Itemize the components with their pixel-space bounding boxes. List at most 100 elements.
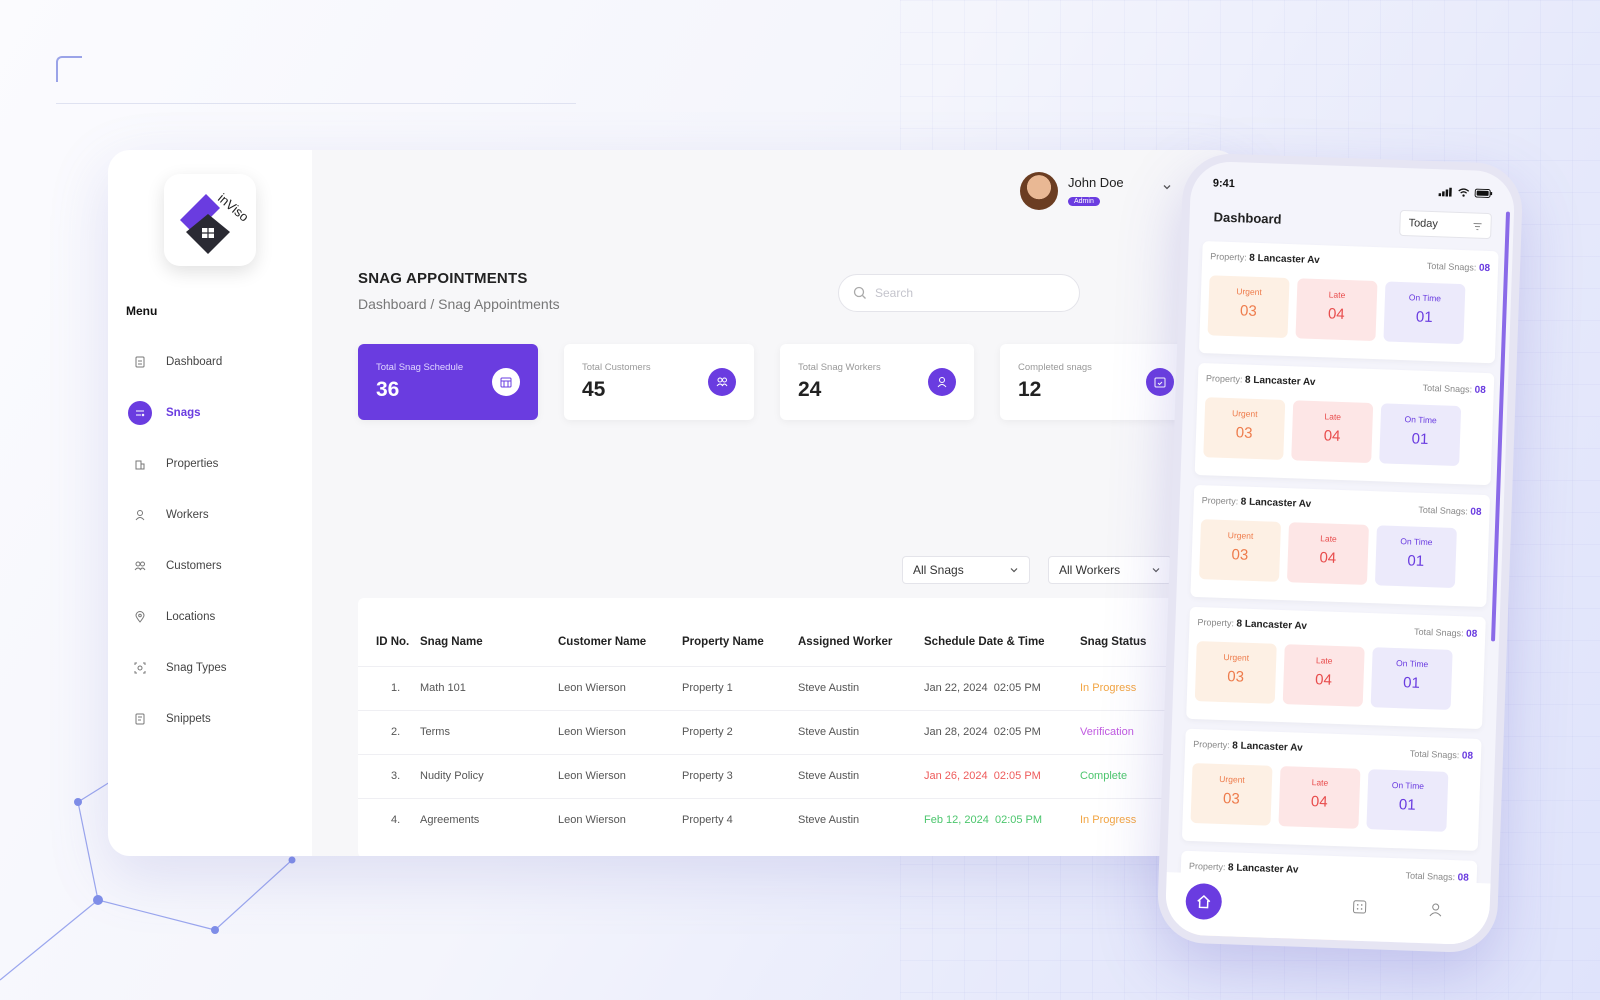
column-header[interactable]: ID No. bbox=[358, 598, 420, 666]
workers-filter-select[interactable]: All Workers bbox=[1048, 556, 1172, 584]
snag-breakdown: Urgent03Late04On Time01 bbox=[1194, 641, 1453, 710]
property-label: Property: 8 Lancaster Av bbox=[1201, 495, 1312, 510]
cell-worker: Steve Austin bbox=[798, 753, 924, 798]
late-box: Late04 bbox=[1278, 766, 1361, 829]
cell-schedule: Jan 28, 2024 02:05 PM bbox=[924, 709, 1080, 754]
property-card[interactable]: Property: 8 Lancaster AvTotal Snags: 08U… bbox=[1194, 362, 1495, 486]
corner-mark bbox=[56, 56, 82, 82]
cell-property: Property 1 bbox=[682, 665, 798, 710]
calendar-grid-icon bbox=[492, 368, 520, 396]
property-card[interactable]: Property: 8 Lancaster AvTotal Snags: 08U… bbox=[1181, 728, 1482, 851]
table-row[interactable]: 1. Math 101 Leon Wierson Property 1 Stev… bbox=[358, 665, 1178, 710]
property-name: 8 Lancaster Av bbox=[1249, 252, 1320, 267]
on-time-box: On Time01 bbox=[1370, 647, 1453, 710]
cell-schedule: Jan 26, 2024 02:05 PM bbox=[924, 753, 1080, 798]
schedule-time: 02:05 PM bbox=[993, 682, 1041, 694]
column-header[interactable]: Customer Name bbox=[558, 598, 682, 666]
snag-breakdown: Urgent03Late04On Time01 bbox=[1190, 762, 1449, 832]
sidebar-item-properties[interactable]: Properties bbox=[128, 438, 308, 489]
calendar-nav-icon[interactable] bbox=[1351, 899, 1368, 916]
worker-icon bbox=[128, 503, 152, 527]
property-card[interactable]: Property: 8 Lancaster AvTotal Snags: 08U… bbox=[1186, 606, 1486, 730]
document-icon bbox=[128, 350, 152, 374]
profile-nav-icon[interactable] bbox=[1427, 901, 1444, 918]
snag-breakdown: Urgent03Late04On Time01 bbox=[1199, 519, 1457, 589]
snags-filter-select[interactable]: All Snags bbox=[902, 556, 1030, 584]
snag-breakdown: Urgent03Late04On Time01 bbox=[1207, 275, 1466, 345]
corner-line bbox=[56, 103, 576, 104]
workers-filter-value: All Workers bbox=[1059, 563, 1121, 577]
snags-filter-value: All Snags bbox=[913, 563, 964, 577]
urgent-box: Urgent03 bbox=[1194, 641, 1277, 704]
search-box[interactable] bbox=[838, 274, 1080, 312]
search-input[interactable] bbox=[875, 286, 1055, 300]
column-header[interactable]: Property Name bbox=[682, 598, 798, 666]
user-menu[interactable]: John Doe Admin bbox=[1020, 172, 1124, 210]
late-box: Late04 bbox=[1291, 400, 1374, 464]
battery-icon bbox=[1474, 188, 1493, 198]
table-row[interactable]: 2. Terms Leon Wierson Property 2 Steve A… bbox=[358, 709, 1178, 754]
phone-title: Dashboard bbox=[1213, 209, 1282, 227]
sidebar-item-customers[interactable]: Customers bbox=[128, 540, 308, 591]
wifi-icon bbox=[1458, 188, 1470, 197]
desktop-window: inViso Menu Dashboard Snags Properties W… bbox=[108, 150, 1238, 856]
chevron-down-icon[interactable] bbox=[1162, 182, 1172, 192]
table-row[interactable]: 3. Nudity Policy Leon Wierson Property 3… bbox=[358, 753, 1178, 798]
sidebar-item-snag-types[interactable]: Snag Types bbox=[128, 642, 308, 693]
stat-card-total-snag-schedule[interactable]: Total Snag Schedule 36 bbox=[358, 344, 538, 420]
total-snags: Total Snags: 08 bbox=[1426, 260, 1491, 275]
urgent-box: Urgent03 bbox=[1203, 397, 1286, 460]
avatar bbox=[1020, 172, 1058, 210]
stat-card-total-snag-workers[interactable]: Total Snag Workers 24 bbox=[780, 344, 974, 420]
property-card[interactable]: Property: 8 Lancaster AvTotal Snags: 08U… bbox=[1198, 241, 1499, 364]
property-name: 8 Lancaster Av bbox=[1240, 496, 1312, 510]
snag-breakdown: Urgent03Late04On Time01 bbox=[1203, 397, 1462, 467]
cell-snag-name: Terms bbox=[420, 709, 558, 754]
property-card[interactable]: Property: 8 Lancaster AvTotal Snags: 08U… bbox=[1190, 484, 1491, 608]
breadcrumb[interactable]: Dashboard / Snag Appointments bbox=[358, 296, 560, 312]
property-label: Property: 8 Lancaster Av bbox=[1210, 251, 1320, 267]
sidebar-item-label: Locations bbox=[166, 610, 216, 623]
cell-schedule: Jan 22, 2024 02:05 PM bbox=[924, 665, 1080, 710]
urgent-box: Urgent03 bbox=[1207, 275, 1290, 339]
urgent-box: Urgent03 bbox=[1199, 519, 1282, 582]
table-row[interactable]: 4. Agreements Leon Wierson Property 4 St… bbox=[358, 797, 1178, 842]
column-header[interactable]: Snag Name bbox=[420, 598, 558, 666]
search-icon bbox=[853, 286, 866, 299]
sidebar-item-snags[interactable]: Snags bbox=[128, 387, 308, 438]
home-nav-button[interactable] bbox=[1185, 882, 1223, 921]
sidebar-item-label: Snags bbox=[166, 406, 201, 419]
schedule-date: Jan 28, 2024 bbox=[924, 726, 988, 738]
total-snags-value: 08 bbox=[1478, 262, 1491, 275]
late-box: Late04 bbox=[1295, 278, 1378, 342]
total-snags-value: 08 bbox=[1474, 384, 1486, 396]
column-header[interactable]: Schedule Date & Time bbox=[924, 598, 1080, 666]
cell-worker: Steve Austin bbox=[798, 709, 924, 754]
sidebar-item-dashboard[interactable]: Dashboard bbox=[128, 336, 308, 387]
column-header[interactable]: Assigned Worker bbox=[798, 598, 924, 666]
stat-card-total-customers[interactable]: Total Customers 45 bbox=[564, 344, 754, 420]
signal-icon bbox=[1438, 187, 1452, 197]
sidebar-item-workers[interactable]: Workers bbox=[128, 489, 308, 540]
phone-mockup: 9:41 Dashboard Today Property: 8 Lancast… bbox=[1156, 152, 1524, 954]
stat-card-completed-snags[interactable]: Completed snags 12 bbox=[1000, 344, 1192, 420]
phone-date-filter[interactable]: Today bbox=[1399, 209, 1492, 240]
sidebar-item-snippets[interactable]: Snippets bbox=[128, 693, 308, 744]
app-logo[interactable]: inViso bbox=[164, 174, 256, 266]
sidebar-item-label: Properties bbox=[166, 457, 219, 470]
property-card-list: Property: 8 Lancaster Av Total Snags: 08 U… bbox=[1177, 241, 1499, 954]
property-label: Property: 8 Lancaster Av bbox=[1193, 738, 1303, 754]
cell-id: 1. bbox=[358, 665, 420, 710]
schedule-time: 02:05 PM bbox=[994, 814, 1043, 827]
customers-icon bbox=[708, 368, 736, 396]
cell-id: 4. bbox=[358, 797, 420, 842]
worker-icon bbox=[928, 368, 956, 396]
sidebar-item-locations[interactable]: Locations bbox=[128, 591, 308, 642]
chevron-down-icon bbox=[1010, 568, 1018, 573]
phone-status-icons bbox=[1438, 187, 1493, 198]
customers-icon bbox=[128, 554, 152, 578]
late-box: Late04 bbox=[1282, 644, 1365, 707]
schedule-date: Jan 22, 2024 bbox=[924, 682, 988, 694]
column-header[interactable]: Snag Status bbox=[1080, 598, 1178, 666]
cell-worker: Steve Austin bbox=[798, 665, 924, 710]
